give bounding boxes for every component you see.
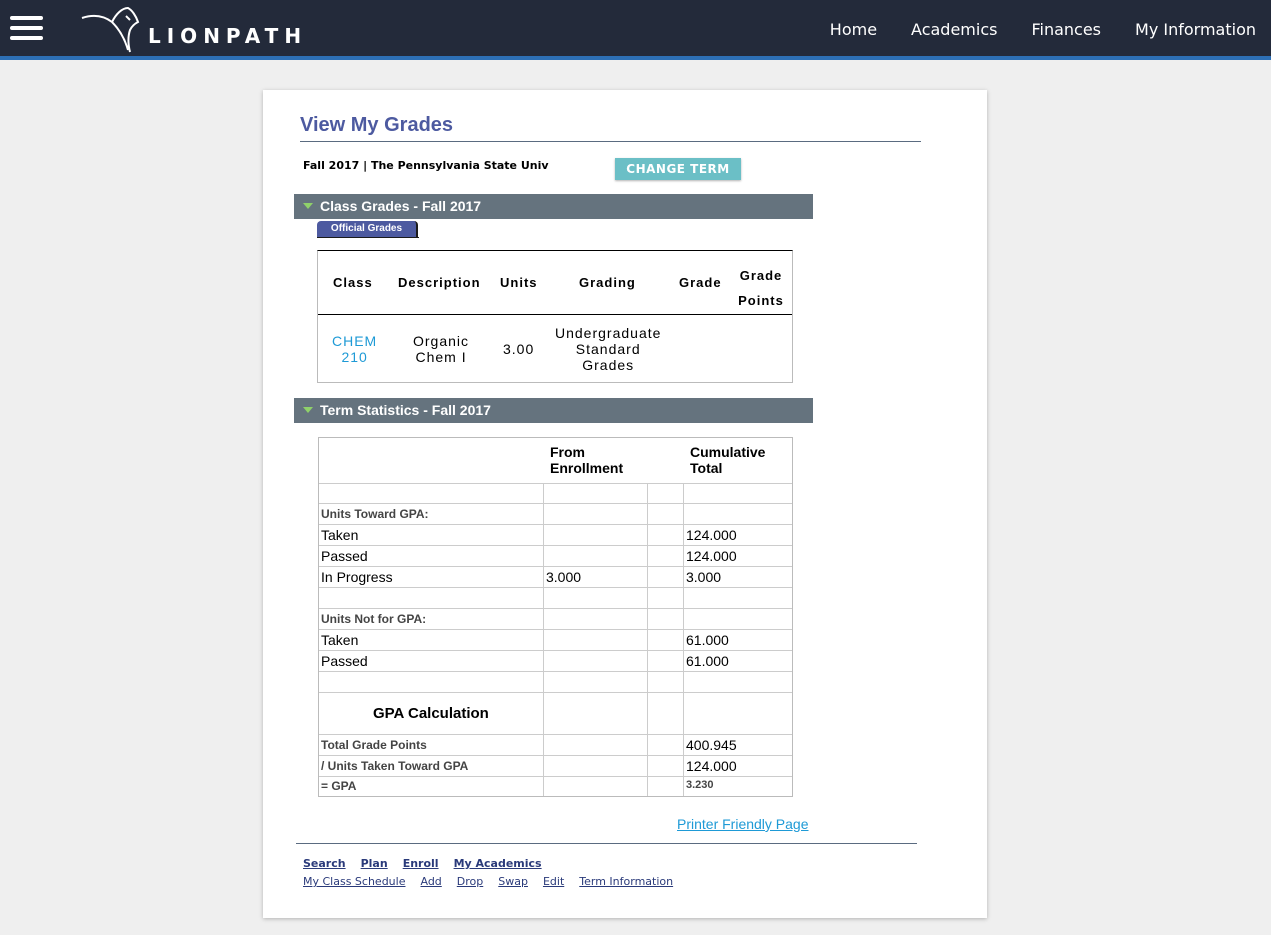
nav-academics[interactable]: Academics [911, 20, 997, 39]
footer-link-drop[interactable]: Drop [457, 875, 483, 888]
units-taken-gpa-cumulative: 124.000 [686, 758, 737, 774]
grades-card: View My Grades Fall 2017 | The Pennsylva… [263, 90, 987, 918]
term-statistics-title: Term Statistics - Fall 2017 [320, 402, 491, 418]
main-nav: Home Academics Finances My Information [830, 20, 1256, 39]
footer-primary-links: Search Plan Enroll My Academics [303, 857, 542, 870]
term-statistics-table: From Enrollment Cumulative Total Units T… [318, 437, 793, 797]
footer-link-term-information[interactable]: Term Information [579, 875, 673, 888]
gpa-label: = GPA [321, 779, 357, 793]
table-row [319, 672, 792, 693]
col-grading: Grading [579, 275, 636, 290]
passed-label: Passed [321, 548, 368, 564]
collapse-triangle-icon[interactable] [303, 407, 313, 413]
description-line2: Chem I [415, 349, 467, 365]
taken-label: Taken [321, 527, 359, 543]
footer-secondary-links: My Class Schedule Add Drop Swap Edit Ter… [303, 875, 673, 888]
ng-passed-cumulative: 61.000 [686, 653, 729, 669]
footer-link-my-class-schedule[interactable]: My Class Schedule [303, 875, 405, 888]
title-divider [300, 141, 921, 142]
footer-divider [296, 843, 917, 844]
total-grade-points-label: Total Grade Points [321, 738, 427, 752]
class-grades-table: Class Description Units Grading Grade Gr… [317, 250, 793, 383]
passed-cumulative: 124.000 [686, 548, 737, 564]
in-progress-enrollment: 3.000 [546, 569, 582, 585]
units-toward-gpa-label: Units Toward GPA: [321, 507, 429, 521]
nav-my-information[interactable]: My Information [1135, 20, 1256, 39]
col-units: Units [500, 275, 538, 290]
change-term-button[interactable]: CHANGE TERM [615, 158, 741, 180]
table-row [319, 483, 792, 504]
collapse-triangle-icon[interactable] [303, 203, 313, 209]
class-grades-header[interactable]: Class Grades - Fall 2017 [294, 194, 813, 219]
footer-link-edit[interactable]: Edit [543, 875, 564, 888]
top-bar: LIONPATH Home Academics Finances My Info… [0, 0, 1271, 60]
column-divider [647, 483, 648, 796]
ng-taken-label: Taken [321, 632, 359, 648]
class-units: 3.00 [503, 341, 535, 357]
units-taken-gpa-label: / Units Taken Toward GPA [321, 759, 469, 773]
footer-link-add[interactable]: Add [420, 875, 441, 888]
class-link-line2[interactable]: 210 [341, 349, 367, 365]
footer-link-my-academics[interactable]: My Academics [454, 857, 542, 870]
column-divider [683, 483, 684, 796]
class-description: Organic Chem I [413, 333, 469, 365]
table-header-row: Class Description Units Grading Grade Gr… [318, 251, 792, 315]
col-grade-points: Grade Points [738, 268, 784, 308]
ng-taken-cumulative: 61.000 [686, 632, 729, 648]
in-progress-cumulative: 3.000 [686, 569, 722, 585]
menu-icon[interactable] [10, 16, 43, 40]
stats-header-row [319, 438, 792, 484]
gpa-cumulative: 3.230 [686, 779, 714, 791]
footer-link-plan[interactable]: Plan [361, 857, 388, 870]
table-row [319, 777, 792, 796]
class-link[interactable]: CHEM 210 [332, 333, 377, 365]
ng-passed-label: Passed [321, 653, 368, 669]
term-statistics-header[interactable]: Term Statistics - Fall 2017 [294, 398, 813, 423]
tab-underline [317, 237, 419, 238]
logo-text: LIONPATH [148, 24, 308, 48]
class-grading: Undergraduate Standard Grades [555, 325, 661, 373]
class-grades-title: Class Grades - Fall 2017 [320, 198, 482, 214]
printer-friendly-link[interactable]: Printer Friendly Page [677, 816, 809, 832]
footer-link-enroll[interactable]: Enroll [403, 857, 439, 870]
taken-cumulative: 124.000 [686, 527, 737, 543]
class-link-line1[interactable]: CHEM [332, 333, 377, 349]
table-row [319, 588, 792, 609]
col-grade: Grade [679, 275, 722, 290]
total-grade-points-cumulative: 400.945 [686, 737, 737, 753]
lionpath-logo[interactable]: LIONPATH [80, 4, 310, 54]
units-not-for-gpa-label: Units Not for GPA: [321, 612, 427, 626]
footer-link-search[interactable]: Search [303, 857, 346, 870]
description-line1: Organic [413, 333, 470, 349]
col-description: Description [398, 275, 481, 290]
term-info: Fall 2017 | The Pennsylvania State Univ [303, 159, 549, 172]
grading-line3: Grades [582, 357, 635, 373]
tab-official-grades[interactable]: Official Grades [317, 221, 418, 238]
page-title: View My Grades [300, 114, 454, 136]
grading-line2: Standard [575, 341, 641, 357]
grading-line1: Undergraduate [555, 325, 662, 341]
lion-icon [81, 6, 140, 53]
footer-link-swap[interactable]: Swap [498, 875, 528, 888]
nav-home[interactable]: Home [830, 20, 877, 39]
column-divider [543, 483, 544, 796]
in-progress-label: In Progress [321, 569, 393, 585]
gpa-calculation-title: GPA Calculation [373, 705, 489, 722]
col-class: Class [333, 275, 373, 290]
nav-finances[interactable]: Finances [1031, 20, 1101, 39]
